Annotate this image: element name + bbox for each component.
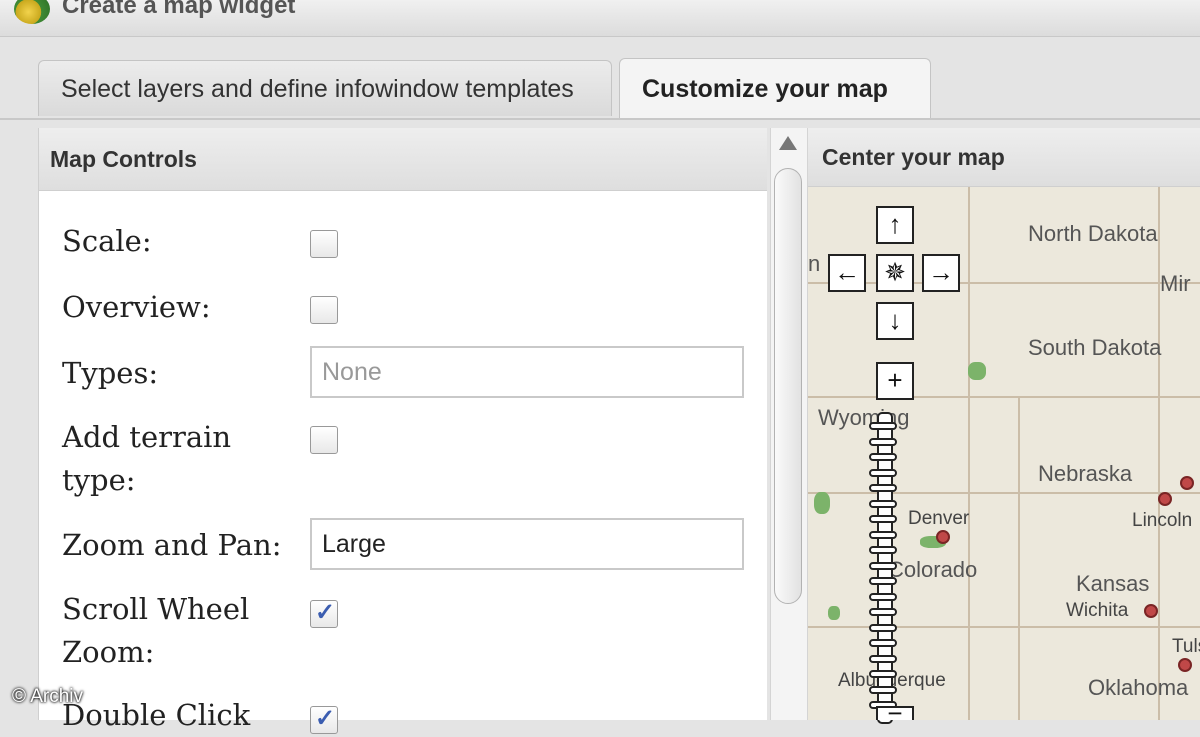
scroll-up-arrow-icon[interactable] [779, 136, 797, 150]
add-terrain-label-line1: Add terrain [62, 420, 232, 454]
center-map-panel: Center your map North Dakota South Dakot… [808, 128, 1200, 720]
pan-center-icon[interactable]: ✵ [876, 254, 914, 292]
city-marker [1180, 476, 1194, 490]
scroll-wheel-label-line1: Scroll Wheel [62, 592, 250, 626]
panel-scrollbar[interactable] [770, 128, 808, 720]
zoom-slider-tick [869, 639, 897, 647]
city-label-lincoln: Lincoln [1132, 510, 1193, 531]
zoom-slider-tick [869, 608, 897, 616]
double-click-label-line1: Double Click [62, 698, 251, 732]
watermark: © Archiv [12, 686, 84, 707]
state-label-montana: n [808, 251, 821, 276]
city-marker [936, 530, 950, 544]
state-label-oklahoma: Oklahoma [1088, 675, 1189, 700]
add-terrain-label-line2: type: [62, 463, 136, 497]
zoom-slider-tick [869, 546, 897, 554]
state-label-colorado: Colorado [888, 557, 978, 582]
pan-left-arrow-icon[interactable]: ← [828, 254, 866, 292]
scrollbar-thumb[interactable] [774, 168, 802, 604]
zoom-slider-tick [869, 654, 897, 663]
city-marker [1158, 492, 1172, 506]
state-label-south-dakota: South Dakota [1028, 335, 1162, 360]
window-title: Create a map widget [62, 0, 296, 19]
tab-bar: Select layers and define infowindow temp… [22, 52, 1200, 122]
zoom-slider-tick [869, 484, 897, 492]
state-border [808, 492, 1200, 494]
center-map-heading: Center your map [822, 144, 1005, 170]
city-marker [1178, 658, 1192, 672]
city-label-wichita: Wichita [1066, 600, 1129, 621]
park-area [814, 492, 830, 514]
tab-customize-map[interactable]: Customize your map [619, 58, 931, 118]
zoom-out-minus-icon[interactable]: − [876, 706, 914, 720]
center-map-header: Center your map [808, 128, 1200, 187]
zoom-slider-tick [869, 515, 897, 523]
map-controls-panel: Map Controls Scale: Overview: Types: Non… [38, 128, 767, 734]
park-area [828, 606, 840, 620]
state-label-kansas: Kansas [1076, 571, 1150, 596]
tab-divider [0, 118, 1200, 120]
state-border [808, 626, 1200, 628]
state-border [808, 282, 1200, 284]
pan-down-arrow-icon[interactable]: ↓ [876, 302, 914, 340]
overview-label: Overview: [62, 290, 211, 324]
globe-icon [14, 0, 50, 24]
map-canvas[interactable]: North Dakota South Dakota Nebraska Kansa… [808, 186, 1200, 720]
zoom-slider-tick [869, 499, 897, 508]
pan-right-arrow-icon[interactable]: → [922, 254, 960, 292]
overview-checkbox[interactable] [310, 296, 338, 324]
state-border [968, 186, 970, 720]
map-controls-header: Map Controls [39, 128, 767, 191]
zoom-slider-tick [869, 422, 897, 430]
state-label-minnesota: Mir [1160, 271, 1191, 296]
map-controls-heading: Map Controls [50, 146, 197, 172]
state-border [1158, 186, 1160, 720]
add-terrain-checkbox[interactable] [310, 426, 338, 454]
park-area [968, 362, 986, 380]
tab-select-layers[interactable]: Select layers and define infowindow temp… [38, 60, 612, 116]
scroll-wheel-checkbox[interactable] [310, 598, 338, 628]
zoom-slider-tick [869, 592, 897, 601]
zoom-slider-tick [869, 577, 897, 585]
zoom-in-plus-icon[interactable]: + [876, 362, 914, 400]
zoom-slider-tick [869, 468, 897, 477]
title-bar: Create a map widget [0, 0, 1200, 37]
zoom-pan-field[interactable]: Large [310, 518, 744, 570]
types-label: Types: [62, 356, 159, 390]
types-field[interactable]: None [310, 346, 744, 398]
pan-up-arrow-icon[interactable]: ↑ [876, 206, 914, 244]
city-label-tulsa: Tulsa [1172, 636, 1200, 657]
double-click-checkbox[interactable] [310, 704, 338, 734]
scroll-wheel-label-line2: Zoom: [62, 635, 155, 669]
state-label-north-dakota: North Dakota [1028, 221, 1158, 246]
state-border [808, 396, 1200, 398]
zoom-slider-tick [869, 623, 897, 632]
zoom-slider-tick [869, 685, 897, 694]
zoom-slider-tick [869, 670, 897, 678]
zoom-slider-tick [869, 437, 897, 446]
scale-label: Scale: [62, 224, 152, 258]
city-marker [1144, 604, 1158, 618]
zoom-slider-tick [869, 453, 897, 461]
scale-checkbox[interactable] [310, 230, 338, 258]
zoom-slider[interactable] [869, 412, 897, 724]
zoom-pan-label: Zoom and Pan: [62, 528, 282, 562]
zoom-slider-tick [869, 561, 897, 570]
state-border [1018, 396, 1020, 720]
zoom-slider-tick [869, 530, 897, 539]
city-label-denver: Denver [908, 508, 970, 529]
state-label-nebraska: Nebraska [1038, 461, 1133, 486]
